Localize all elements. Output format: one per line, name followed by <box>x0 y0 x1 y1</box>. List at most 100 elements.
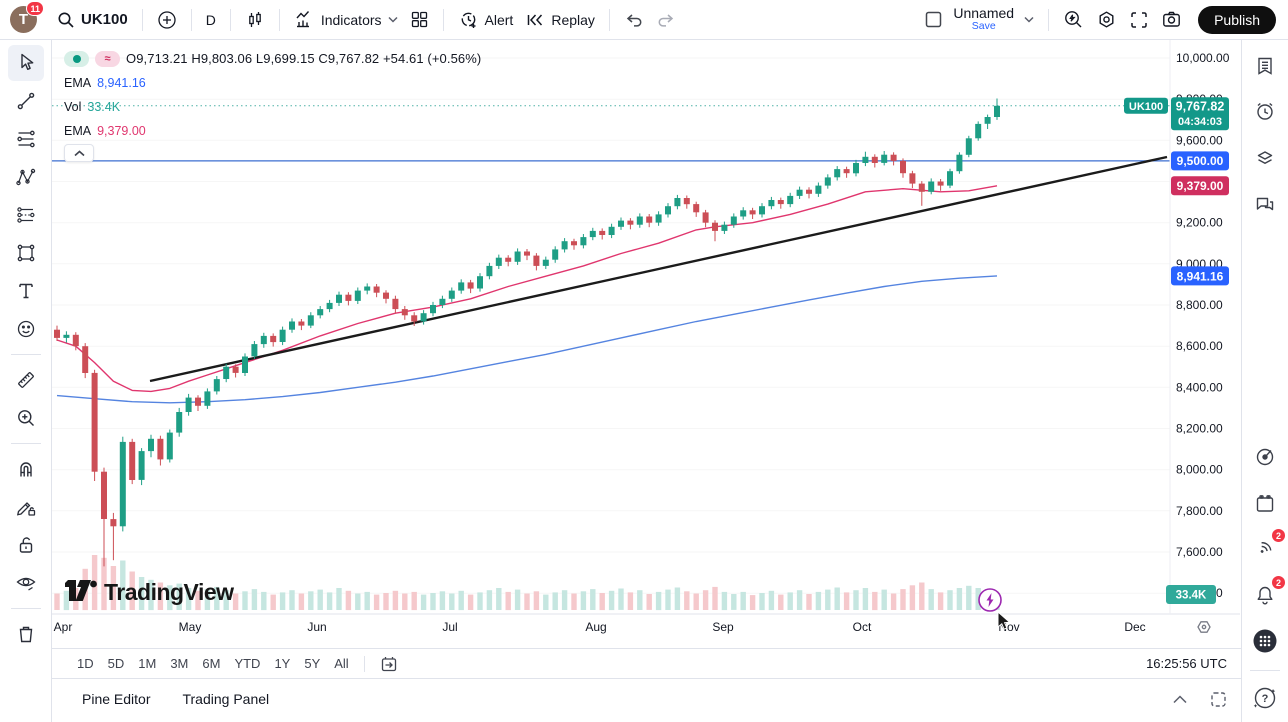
watchlist-button[interactable] <box>1247 48 1283 84</box>
chart-pane[interactable]: TradingView 10,000.009,800.009,600.009,40… <box>52 40 1240 648</box>
eye-icon <box>14 571 38 595</box>
svg-text:7,600.00: 7,600.00 <box>1176 545 1223 559</box>
compare-add-symbol-button[interactable] <box>151 6 183 34</box>
zoom-in-tool-button[interactable] <box>8 400 44 436</box>
tf-button-3m[interactable]: 3M <box>163 653 195 674</box>
chart-legend: ≈ O9,713.21 H9,803.06 L9,699.15 C9,767.8… <box>64 50 481 146</box>
svg-text:04:34:03: 04:34:03 <box>1178 116 1222 128</box>
apps-menu-button[interactable] <box>1247 623 1283 659</box>
indicators-button[interactable]: Indicators <box>288 5 404 34</box>
unlocked-padlock-icon <box>14 533 38 557</box>
layout-grid-button[interactable] <box>404 6 435 33</box>
publish-button[interactable]: Publish <box>1198 6 1276 34</box>
chart-style-button[interactable] <box>239 6 271 34</box>
replay-icon <box>525 10 545 30</box>
streams-button[interactable]: 2 <box>1247 530 1283 566</box>
trend-line-tool-button[interactable] <box>8 83 44 119</box>
quick-search-flash-icon <box>1063 9 1084 30</box>
rectangle-tool-button[interactable] <box>8 235 44 271</box>
hide-drawings-button[interactable] <box>8 565 44 601</box>
tf-button-all[interactable]: All <box>327 653 355 674</box>
tab-trading-panel[interactable]: Trading Panel <box>182 691 269 707</box>
timeframe-separator <box>364 656 365 672</box>
toolbar-divider <box>279 9 280 31</box>
tab-pine-editor[interactable]: Pine Editor <box>82 691 150 707</box>
panel-expand-chevron-icon[interactable] <box>1172 695 1188 704</box>
ema-fast-legend-row[interactable]: EMA 9,379.00 <box>64 122 481 139</box>
svg-text:8,200.00: 8,200.00 <box>1176 422 1223 436</box>
drawing-mode-lock-button[interactable] <box>8 489 44 525</box>
alerts-button[interactable] <box>1247 93 1283 129</box>
remove-drawings-button[interactable] <box>8 616 44 652</box>
tf-button-1d[interactable]: 1D <box>70 653 101 674</box>
panel-maximize-icon[interactable] <box>1210 691 1227 708</box>
lock-drawings-button[interactable] <box>8 527 44 563</box>
toolbar-divider <box>142 9 143 31</box>
help-button[interactable]: ? <box>1247 680 1283 716</box>
fullscreen-button[interactable] <box>1123 6 1155 34</box>
time-axis[interactable]: AprMayJunJulAugSepOctNovDec <box>54 620 1146 634</box>
chart-column: TradingView 10,000.009,800.009,600.009,40… <box>52 40 1241 722</box>
volume-legend-row[interactable]: Vol 33.4K <box>64 98 481 115</box>
text-tool-button[interactable] <box>8 273 44 309</box>
ema-slow-legend-row[interactable]: EMA 8,941.16 <box>64 74 481 91</box>
layers-icon <box>1253 146 1277 170</box>
tf-button-1m[interactable]: 1M <box>131 653 163 674</box>
chevron-up-icon <box>74 150 85 157</box>
multichart-grid-icon <box>410 10 429 29</box>
ideas-button[interactable] <box>1247 439 1283 475</box>
tf-button-6m[interactable]: 6M <box>195 653 227 674</box>
ema-label: EMA <box>64 76 91 90</box>
data-approx-pill: ≈ <box>95 51 120 67</box>
toolbar-divider <box>230 9 231 31</box>
interval-button[interactable]: D <box>200 8 222 32</box>
svg-text:TradingView: TradingView <box>104 579 234 605</box>
price-scale[interactable]: 10,000.009,800.009,600.009,400.009,200.0… <box>1176 51 1230 600</box>
clock-utc[interactable]: 16:25:56 UTC <box>1146 656 1227 671</box>
magnet-mode-button[interactable] <box>8 451 44 487</box>
svg-text:Jul: Jul <box>442 620 457 634</box>
screenshot-button[interactable] <box>1155 5 1188 34</box>
alert-clock-icon <box>458 9 479 30</box>
flash-event-icon[interactable] <box>979 589 1001 611</box>
projection-tool-button[interactable] <box>8 197 44 233</box>
chat-button[interactable] <box>1247 187 1283 223</box>
magnet-icon <box>14 457 38 481</box>
notifications-button[interactable]: 2 <box>1247 577 1283 613</box>
trend-line-icon <box>14 89 38 113</box>
legend-collapse-button[interactable] <box>64 144 94 162</box>
cursor-tool-button[interactable] <box>8 45 44 81</box>
goto-date-button[interactable] <box>373 652 405 676</box>
ema-slow-line[interactable] <box>57 276 997 403</box>
replay-button[interactable]: Replay <box>519 6 601 34</box>
calendar-button[interactable] <box>1247 486 1283 522</box>
indicators-label: Indicators <box>321 12 382 28</box>
layout-select-button[interactable] <box>918 6 949 33</box>
emoji-tool-button[interactable] <box>8 311 44 347</box>
tf-button-5y[interactable]: 5Y <box>297 653 327 674</box>
timescale-settings-gear-icon[interactable] <box>1198 622 1210 632</box>
symbol-name: UK100 <box>81 11 128 28</box>
pattern-tool-button[interactable] <box>8 159 44 195</box>
chart-settings-button[interactable] <box>1090 5 1123 34</box>
layout-menu-chevron[interactable] <box>1018 12 1040 27</box>
ema-fast-line[interactable] <box>57 186 997 392</box>
symbol-search-button[interactable]: UK100 <box>51 7 134 33</box>
xabcd-pattern-icon <box>14 165 38 189</box>
user-avatar[interactable]: T 11 <box>10 6 37 33</box>
tf-button-1y[interactable]: 1Y <box>267 653 297 674</box>
market-status-pill <box>64 51 89 67</box>
undo-button[interactable] <box>618 7 650 33</box>
ema-fast-value: 9,379.00 <box>97 124 146 138</box>
object-tree-button[interactable] <box>1247 140 1283 176</box>
quick-search-button[interactable] <box>1057 5 1090 34</box>
fib-retracement-tool-button[interactable] <box>8 121 44 157</box>
tf-button-5d[interactable]: 5D <box>101 653 132 674</box>
tf-button-ytd[interactable]: YTD <box>227 653 267 674</box>
layout-name-button[interactable]: Unnamed Save <box>953 6 1014 33</box>
alert-button[interactable]: Alert <box>452 5 520 34</box>
trendline-drawing[interactable] <box>150 157 1167 381</box>
symbol-legend-row[interactable]: ≈ O9,713.21 H9,803.06 L9,699.15 C9,767.8… <box>64 50 481 67</box>
redo-button[interactable] <box>650 7 682 33</box>
measure-tool-button[interactable] <box>8 362 44 398</box>
